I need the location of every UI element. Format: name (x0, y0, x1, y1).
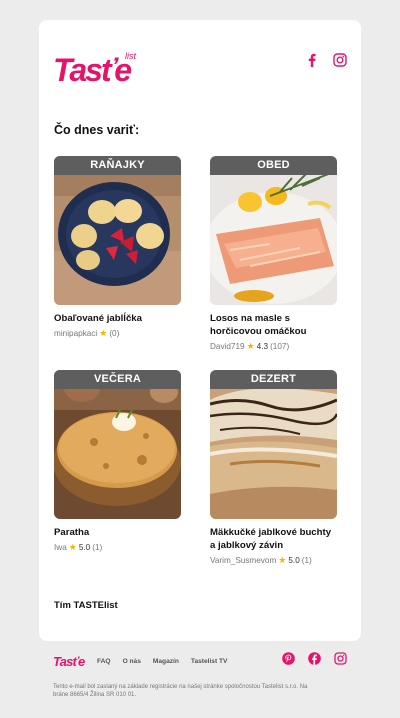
instagram-icon[interactable] (333, 53, 347, 67)
recipe-title[interactable]: Paratha (54, 526, 181, 539)
rating-value: 5.0 (288, 556, 300, 565)
recipe-meta: Varim_Susmevom ★ 5.0 (1) (210, 555, 337, 566)
recipe-card-lunch[interactable]: OBED Losos na masle s horčicovou omáčkou… (210, 156, 337, 352)
rating-count: (107) (270, 342, 290, 351)
tastelist-logo[interactable]: Tasťe list (53, 50, 148, 86)
header-social-links (305, 53, 347, 67)
rating-value: 4.3 (256, 342, 269, 351)
category-tag: VEČERA (54, 370, 181, 389)
recipe-author[interactable]: minipapkaci (54, 329, 97, 338)
pinterest-icon[interactable] (282, 652, 295, 665)
star-icon: ★ (68, 542, 77, 552)
recipe-photo[interactable]: RAŇAJKY (54, 156, 181, 305)
rating-count: (0) (109, 329, 120, 338)
footer-link-faq[interactable]: FAQ (97, 658, 111, 665)
recipe-title[interactable]: Losos na masle s horčicovou omáčkou (210, 312, 337, 338)
recipe-title[interactable]: Obaľované jablĺčka (54, 312, 181, 325)
section-heading: Čo dnes variť: (54, 123, 140, 137)
recipe-author[interactable]: Varim_Susmevom (210, 556, 276, 565)
category-tag: RAŇAJKY (54, 156, 181, 175)
recipe-author[interactable]: David719 (210, 342, 245, 351)
star-icon: ★ (246, 341, 255, 351)
dinner-photo (54, 370, 181, 519)
recipe-meta: Iwa ★ 5.0 (1) (54, 542, 181, 553)
recipe-card-breakfast[interactable]: RAŇAJKY Obaľované jablĺčka minipapkaci ★… (54, 156, 181, 339)
footer-link-tv[interactable]: Tastelist TV (191, 658, 228, 665)
dessert-photo (210, 370, 337, 519)
star-icon: ★ (99, 328, 108, 338)
facebook-icon[interactable] (308, 652, 321, 665)
recipe-card-dinner[interactable]: VEČERA Paratha Iwa ★ 5.0 (1) (54, 370, 181, 553)
recipe-author[interactable]: Iwa (54, 543, 67, 552)
recipe-meta: minipapkaci ★ (0) (54, 328, 181, 339)
category-tag: DEZERT (210, 370, 337, 389)
footer-social-links (282, 652, 347, 665)
facebook-icon[interactable] (305, 53, 319, 67)
rating-count: (1) (301, 556, 312, 565)
recipe-photo[interactable]: DEZERT (210, 370, 337, 519)
category-tag: OBED (210, 156, 337, 175)
legal-text: Tento e-mail bol zaslaný na základe regi… (53, 684, 308, 698)
instagram-icon[interactable] (334, 652, 347, 665)
recipe-meta: David719 ★ 4.3 (107) (210, 341, 337, 352)
recipe-photo[interactable]: VEČERA (54, 370, 181, 519)
footer-link-about[interactable]: O nás (123, 658, 141, 665)
recipe-card-dessert[interactable]: DEZERT Mäkkučké jablkové buchty a jablko… (210, 370, 337, 566)
footer: Tasťe FAQ O nás Magazín Tastelist TV (53, 652, 348, 672)
svg-text:Tasťe: Tasťe (53, 654, 85, 668)
footer-nav: FAQ O nás Magazín Tastelist TV (97, 658, 227, 665)
svg-text:Tasťe: Tasťe (53, 52, 131, 86)
recipe-photo[interactable]: OBED (210, 156, 337, 305)
signoff-text: Tím TASTElist (54, 600, 118, 611)
star-icon: ★ (278, 555, 287, 565)
footer-logo[interactable]: Tasťe (53, 654, 86, 668)
rating-value: 5.0 (78, 543, 91, 552)
email-card: Tasťe list Čo dnes variť: RAŇAJKY Obaľov… (39, 20, 361, 641)
lunch-photo (210, 156, 337, 305)
breakfast-photo (54, 156, 181, 305)
rating-count: (1) (92, 543, 103, 552)
recipe-title[interactable]: Mäkkučké jablkové buchty a jablkový závi… (210, 526, 337, 552)
footer-link-magazine[interactable]: Magazín (153, 658, 179, 665)
svg-text:list: list (125, 51, 136, 61)
